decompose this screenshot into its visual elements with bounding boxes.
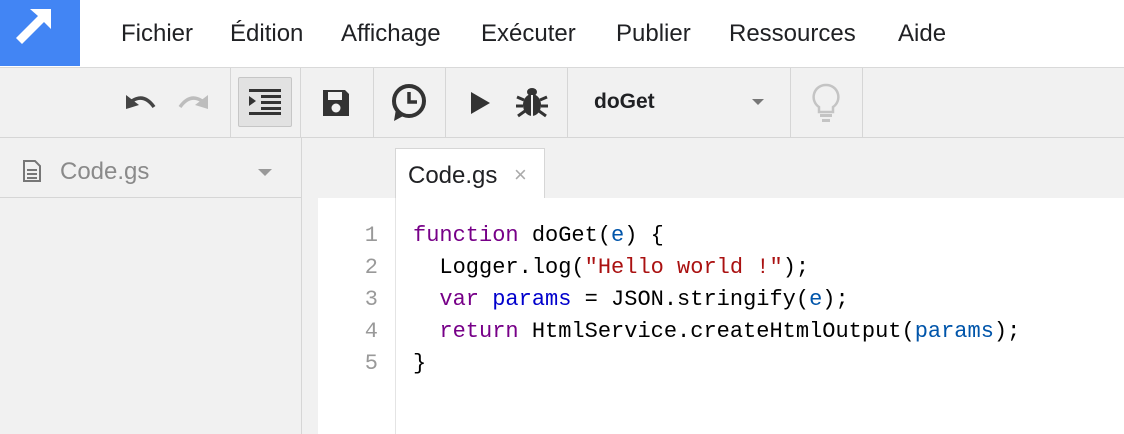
menu-item-publier[interactable]: Publier — [616, 20, 691, 48]
menu-bar: Fichier Édition Affichage Exécuter Publi… — [80, 0, 1124, 67]
file-menu-chevron-icon[interactable] — [258, 169, 272, 176]
sidebar-resize-handle[interactable] — [302, 138, 318, 434]
code-token: return — [439, 319, 519, 344]
code-token: var — [439, 287, 480, 312]
code-token: } — [413, 351, 427, 376]
line-number: 4 — [364, 319, 378, 344]
undo-icon — [126, 95, 156, 109]
code-token: HtmlService.createHtmlOutput( — [518, 319, 915, 344]
code-token: e — [611, 223, 625, 248]
chevron-down-icon — [752, 99, 764, 105]
code-token: ); — [993, 319, 1021, 344]
toolbar: doGet — [0, 67, 1124, 138]
redo-button[interactable] — [172, 83, 214, 123]
menu-item-fichier[interactable]: Fichier — [121, 20, 193, 48]
tab-code-gs[interactable]: Code.gs × — [395, 148, 545, 200]
tab-label: Code.gs — [408, 162, 498, 189]
menu-item-affichage[interactable]: Affichage — [341, 20, 441, 48]
indent-button[interactable] — [238, 77, 292, 127]
document-icon — [23, 160, 41, 182]
code-token: ) { — [624, 223, 664, 248]
lightbulb-icon — [812, 83, 840, 122]
code-token: params — [914, 319, 994, 344]
code-token: = JSON.stringify( — [571, 287, 810, 312]
code-line[interactable]: } — [413, 351, 426, 376]
code-token: ); — [822, 287, 849, 312]
close-icon[interactable]: × — [514, 162, 527, 188]
save-icon — [323, 90, 349, 116]
line-number: 5 — [364, 351, 378, 376]
file-sidebar: Code.gs — [0, 138, 302, 434]
line-number-gutter: 1 2 3 4 5 — [318, 198, 396, 434]
line-number: 2 — [364, 255, 378, 280]
menu-item-edition[interactable]: Édition — [230, 20, 303, 48]
code-token: Logger.log( — [413, 255, 585, 280]
indent-icon — [249, 89, 281, 115]
debug-bug-icon — [516, 88, 548, 118]
code-line[interactable]: Logger.log("Hello world !"); — [413, 255, 809, 280]
code-editor[interactable]: 12345 function doGet(e) { Logger.log("He… — [318, 198, 1124, 434]
code-token: function — [413, 223, 519, 248]
menu-item-aide[interactable]: Aide — [898, 20, 946, 48]
line-number: 3 — [364, 287, 378, 312]
file-name: Code.gs — [60, 158, 150, 185]
menu-item-executer[interactable]: Exécuter — [481, 20, 576, 48]
code-token: doGet( — [518, 223, 612, 248]
undo-button[interactable] — [120, 83, 162, 123]
function-select[interactable]: doGet — [568, 68, 790, 138]
apps-script-logo-icon — [16, 9, 51, 44]
debug-button[interactable] — [512, 82, 552, 122]
redo-icon — [178, 95, 208, 109]
save-button[interactable] — [314, 82, 358, 124]
triggers-clock-icon — [392, 84, 426, 121]
app-logo[interactable] — [0, 0, 80, 66]
code-token: ); — [782, 255, 810, 280]
lightbulb-button[interactable] — [803, 78, 849, 128]
code-token: params — [492, 287, 572, 312]
file-item-code-gs[interactable]: Code.gs — [0, 138, 301, 198]
code-line[interactable]: function doGet(e) { — [413, 223, 664, 248]
run-button[interactable] — [462, 85, 498, 121]
menu-item-ressources[interactable]: Ressources — [729, 20, 856, 48]
code-line[interactable]: var params = JSON.stringify(e); — [413, 287, 849, 312]
editor-tab-bar: Code.gs × — [318, 138, 1124, 200]
code-token: "Hello world !" — [584, 255, 783, 280]
triggers-button[interactable] — [385, 80, 433, 126]
run-icon — [471, 92, 490, 114]
code-token: e — [809, 287, 823, 312]
code-line[interactable]: return HtmlService.createHtmlOutput(para… — [413, 319, 1020, 344]
line-number: 1 — [364, 223, 378, 248]
function-select-value: doGet — [594, 90, 655, 113]
